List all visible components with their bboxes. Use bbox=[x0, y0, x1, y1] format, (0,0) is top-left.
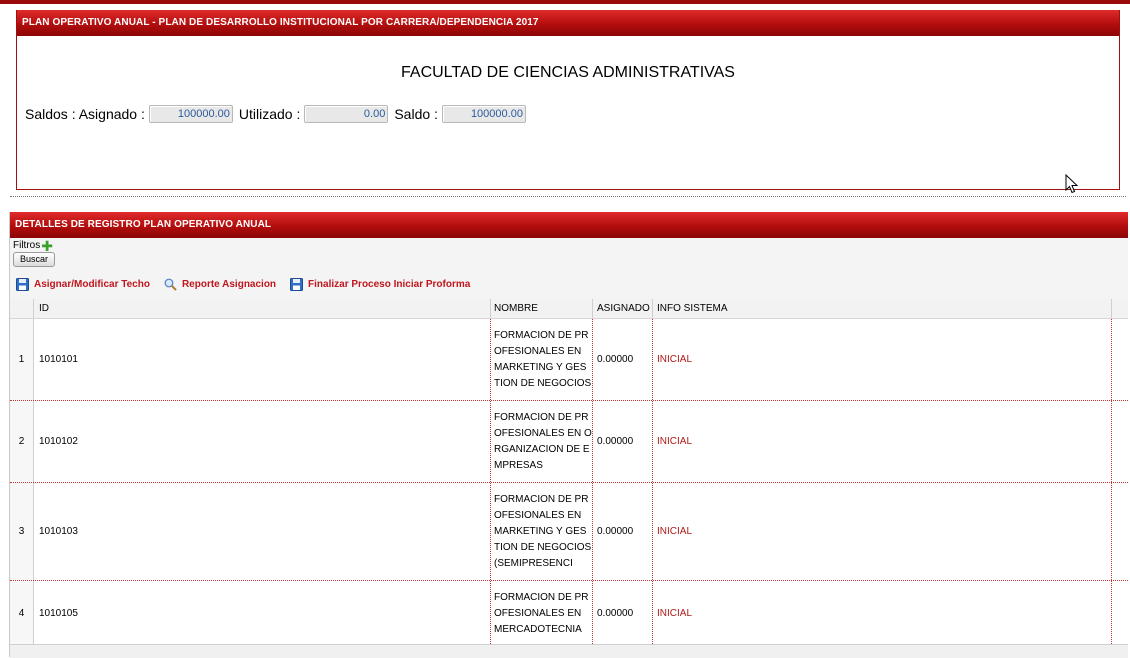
id-cell: 1010105 bbox=[34, 581, 491, 646]
row-number: 4 bbox=[10, 581, 34, 646]
row-filler bbox=[1112, 581, 1128, 646]
data-grid: ID NOMBRE ASIGNADO INFO SISTEMA 1 101010… bbox=[10, 299, 1128, 647]
nombre-cell: FORMACION DE PROFESIONALES EN MARKETING … bbox=[491, 483, 593, 580]
row-number-header bbox=[10, 299, 34, 318]
save-icon bbox=[290, 278, 304, 291]
grid-toolbar: Asignar/Modificar Techo Reporte Asignaci… bbox=[16, 278, 484, 291]
grid-header-row: ID NOMBRE ASIGNADO INFO SISTEMA bbox=[10, 299, 1128, 319]
table-row[interactable]: 2 1010102 FORMACION DE PROFESIONALES EN … bbox=[10, 401, 1128, 483]
top-rule bbox=[0, 0, 1130, 4]
grid-pager-strip bbox=[10, 644, 1128, 658]
header-filler bbox=[1112, 299, 1128, 318]
row-number: 1 bbox=[10, 319, 34, 400]
faculty-title: FACULTAD DE CIENCIAS ADMINISTRATIVAS bbox=[401, 64, 735, 81]
table-row[interactable]: 4 1010105 FORMACION DE PROFESIONALES EN … bbox=[10, 581, 1128, 647]
info-sistema-cell: INICIAL bbox=[653, 483, 1112, 580]
table-row[interactable]: 1 1010101 FORMACION DE PROFESIONALES EN … bbox=[10, 319, 1128, 401]
asignado-cell: 0.00000 bbox=[593, 483, 653, 580]
asignado-cell: 0.00000 bbox=[593, 401, 653, 482]
add-filter-icon[interactable]: ✚ bbox=[41, 239, 53, 253]
asignar-techo-button[interactable]: Asignar/Modificar Techo bbox=[16, 278, 150, 291]
id-cell: 1010103 bbox=[34, 483, 491, 580]
asignado-field[interactable]: 100000.00 bbox=[148, 105, 233, 123]
reporte-asignacion-label: Reporte Asignacion bbox=[181, 279, 277, 290]
mouse-cursor-icon bbox=[1065, 174, 1079, 194]
nombre-cell: FORMACION DE PROFESIONALES EN MARKETING … bbox=[491, 319, 593, 400]
utilizado-label: Utilizado : bbox=[238, 106, 301, 122]
balances-row: Saldos : Asignado : 100000.00 Utilizado … bbox=[25, 105, 532, 123]
id-cell: 1010101 bbox=[34, 319, 491, 400]
id-cell: 1010102 bbox=[34, 401, 491, 482]
nombre-cell: FORMACION DE PROFESIONALES EN ORGANIZACI… bbox=[491, 401, 593, 482]
row-filler bbox=[1112, 401, 1128, 482]
info-sistema-cell: INICIAL bbox=[653, 319, 1112, 400]
table-row[interactable]: 3 1010103 FORMACION DE PROFESIONALES EN … bbox=[10, 483, 1128, 581]
buscar-button[interactable]: Buscar bbox=[13, 252, 56, 267]
details-panel: DETALLES DE REGISTRO PLAN OPERATIVO ANUA… bbox=[9, 212, 1128, 658]
details-panel-title: DETALLES DE REGISTRO PLAN OPERATIVO ANUA… bbox=[10, 212, 1128, 238]
budget-summary-panel: PLAN OPERATIVO ANUAL - PLAN DE DESARROLL… bbox=[16, 10, 1120, 190]
budget-panel-title: PLAN OPERATIVO ANUAL - PLAN DE DESARROLL… bbox=[17, 10, 1119, 36]
row-number: 2 bbox=[10, 401, 34, 482]
finalizar-proceso-button[interactable]: Finalizar Proceso Iniciar Proforma bbox=[290, 278, 470, 291]
utilizado-field[interactable]: 0.00 bbox=[304, 105, 389, 123]
saldo-label: Saldo : bbox=[394, 106, 438, 122]
search-icon bbox=[164, 278, 177, 291]
row-filler bbox=[1112, 319, 1128, 400]
asignar-techo-label: Asignar/Modificar Techo bbox=[34, 279, 150, 290]
id-column-header[interactable]: ID bbox=[34, 299, 491, 318]
finalizar-proceso-label: Finalizar Proceso Iniciar Proforma bbox=[308, 279, 471, 290]
info-sistema-column-header[interactable]: INFO SISTEMA bbox=[653, 299, 1112, 318]
reporte-asignacion-button[interactable]: Reporte Asignacion bbox=[164, 278, 276, 291]
asignado-cell: 0.00000 bbox=[593, 581, 653, 646]
asignado-cell: 0.00000 bbox=[593, 319, 653, 400]
save-icon bbox=[16, 278, 29, 291]
asignado-column-header[interactable]: ASIGNADO bbox=[593, 299, 653, 318]
info-sistema-cell: INICIAL bbox=[653, 581, 1112, 646]
section-divider bbox=[10, 196, 1126, 197]
nombre-cell: FORMACION DE PROFESIONALES EN MERCADOTEC… bbox=[491, 581, 593, 646]
saldo-field[interactable]: 100000.00 bbox=[441, 105, 526, 123]
saldos-asignado-label: Saldos : Asignado : bbox=[25, 106, 145, 122]
filters-toggle[interactable]: Filtros ✚ bbox=[13, 239, 53, 253]
filters-label: Filtros bbox=[13, 240, 41, 251]
nombre-column-header[interactable]: NOMBRE bbox=[491, 299, 593, 318]
row-filler bbox=[1112, 483, 1128, 580]
info-sistema-cell: INICIAL bbox=[653, 401, 1112, 482]
row-number: 3 bbox=[10, 483, 34, 580]
